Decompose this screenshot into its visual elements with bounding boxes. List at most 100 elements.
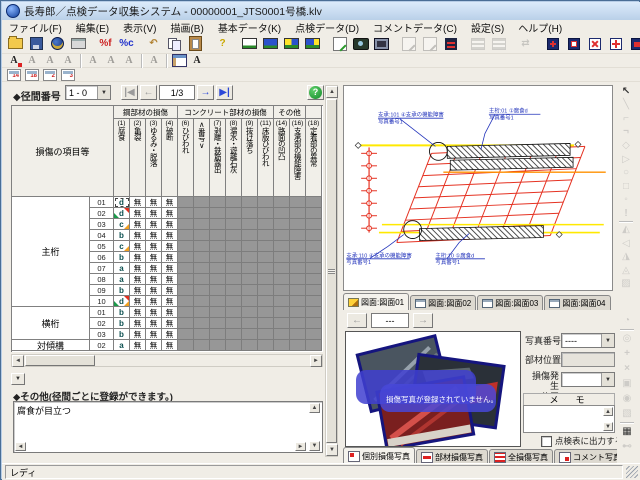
scroll-right-icon[interactable]: ► xyxy=(310,355,322,367)
first-record-button[interactable]: |◀ xyxy=(121,85,138,100)
view-mode-4-icon[interactable] xyxy=(302,34,323,53)
photo-rotate-icon[interactable]: ◔ xyxy=(618,313,637,328)
damage-cell[interactable]: 無 xyxy=(162,241,178,252)
rect-tool-icon[interactable]: □ xyxy=(617,180,636,194)
damage-cell[interactable]: b xyxy=(114,307,130,318)
menu-item[interactable]: 基本データ(K) xyxy=(211,20,288,35)
help-icon[interactable]: ? xyxy=(212,34,233,53)
damage-fig-4-icon[interactable]: 3 xyxy=(59,68,77,82)
damage-cell[interactable]: 無 xyxy=(162,263,178,274)
print-icon[interactable] xyxy=(68,34,89,53)
damage-cell[interactable]: 無 xyxy=(162,318,178,329)
font-rotate-icon[interactable]: A xyxy=(145,54,163,68)
row-append-icon[interactable] xyxy=(488,34,509,53)
damage-cell[interactable]: 無 xyxy=(130,252,146,263)
damage-cell[interactable]: c xyxy=(114,219,130,230)
notes-scroll-right-icon[interactable]: ► xyxy=(295,442,306,451)
photo-tab-4[interactable]: コメント写真 xyxy=(554,449,626,464)
resize-grip[interactable] xyxy=(626,466,638,478)
scroll-up-icon[interactable]: ▲ xyxy=(326,86,338,98)
table-window-icon[interactable] xyxy=(170,54,188,68)
font-style-2-icon[interactable]: A xyxy=(41,54,59,68)
damage-cell[interactable]: 無 xyxy=(162,329,178,340)
drawing-tab-2[interactable]: 図面:図面02 xyxy=(410,295,476,310)
copy-icon[interactable] xyxy=(164,34,185,53)
damage-cell[interactable]: 無 xyxy=(162,219,178,230)
photo-add-icon[interactable]: + xyxy=(618,346,637,361)
next-record-button[interactable]: → xyxy=(197,85,214,100)
damage-cell[interactable]: 無 xyxy=(130,263,146,274)
damage-fig-2-icon[interactable]: 18 xyxy=(23,68,41,82)
menu-item[interactable]: ファイル(F) xyxy=(2,20,69,35)
drawing-tab-1[interactable]: 図面:図面01 xyxy=(343,293,409,310)
flip-right-tool-icon[interactable]: ◮ xyxy=(617,250,636,264)
damage-table[interactable]: 損傷の項目等鋼部材の損傷コンクリート部材の損傷その他(1)腐食(2)亀裂(3)ゆ… xyxy=(11,105,323,352)
damage-cell[interactable]: 無 xyxy=(146,307,162,318)
damage-cell[interactable]: 無 xyxy=(146,285,162,296)
scroll-left-icon[interactable]: ◄ xyxy=(12,355,24,367)
open-file-icon[interactable] xyxy=(5,34,26,53)
photo-cut-icon[interactable]: ▧ xyxy=(618,406,637,421)
damage-cell[interactable]: c xyxy=(114,241,130,252)
damage-position-select[interactable]: ▼ xyxy=(561,372,615,387)
triangle-tool-icon[interactable]: ▷ xyxy=(617,153,636,167)
notes-scroll-down-icon[interactable]: ▼ xyxy=(309,441,320,451)
scroll-down-icon[interactable]: ▼ xyxy=(326,444,338,456)
help-button[interactable]: ? xyxy=(307,85,324,100)
photo-preview[interactable]: 損傷写真が登録されていません。 xyxy=(345,331,521,447)
report-2-icon[interactable] xyxy=(419,34,440,53)
damage-cell[interactable]: 無 xyxy=(162,285,178,296)
damage-cell[interactable]: 無 xyxy=(130,318,146,329)
cell-editor-dropdown[interactable]: ▼ xyxy=(11,373,25,385)
font-style-3-icon[interactable]: A xyxy=(59,54,77,68)
damage-cell[interactable]: 無 xyxy=(146,219,162,230)
other-notes-input[interactable]: 腐食が目立つ xyxy=(13,401,323,453)
damage-cell[interactable]: d xyxy=(114,296,130,307)
mark-plus-navy-icon[interactable] xyxy=(542,34,563,53)
damage-cell[interactable]: 無 xyxy=(130,197,146,208)
damage-cell[interactable]: 無 xyxy=(162,208,178,219)
ellipse-tool-icon[interactable]: ◦ xyxy=(617,193,636,207)
prev-record-button[interactable]: ← xyxy=(140,85,157,100)
damage-cell[interactable]: a xyxy=(114,263,130,274)
photo-erase-icon[interactable]: ◎ xyxy=(618,331,637,346)
drawing-tab-3[interactable]: 図面:図面03 xyxy=(477,295,543,310)
swap-icon[interactable]: ⇄ xyxy=(515,34,536,53)
photo-tab-1[interactable]: 個別損傷写真 xyxy=(343,447,415,464)
memo-input[interactable] xyxy=(523,405,615,433)
panel-vscrollbar[interactable]: ▲ ▼ xyxy=(325,85,338,457)
database-icon[interactable] xyxy=(47,34,68,53)
damage-cell[interactable]: 無 xyxy=(162,230,178,241)
polyline-tool-icon[interactable]: ⌐ xyxy=(617,112,636,126)
damage-cell[interactable]: 無 xyxy=(146,197,162,208)
polygon-tool-icon[interactable]: ◇ xyxy=(617,139,636,153)
damage-cell[interactable]: b xyxy=(114,329,130,340)
memo-scroll-down-icon[interactable]: ▼ xyxy=(603,422,613,431)
vscroll-thumb[interactable] xyxy=(326,99,337,443)
photo-grid-icon[interactable]: ▦ xyxy=(618,424,637,439)
prev-photo-button[interactable]: ← xyxy=(347,313,367,328)
chevron-down-icon[interactable]: ▼ xyxy=(601,373,614,386)
font-size-2-icon[interactable]: A xyxy=(102,54,120,68)
damage-cell[interactable]: 無 xyxy=(162,274,178,285)
photo-number-select[interactable]: ---- ▼ xyxy=(561,333,615,348)
damage-cell[interactable]: 無 xyxy=(146,329,162,340)
font-style-1-icon[interactable]: A xyxy=(23,54,41,68)
next-photo-button[interactable]: → xyxy=(413,313,433,328)
damage-cell[interactable]: 無 xyxy=(130,296,146,307)
title-bar[interactable]: 長寿郎／点検データ収集システム - 00000001_JTS0001号橋.klv xyxy=(2,2,640,20)
damage-cell[interactable]: 無 xyxy=(146,274,162,285)
damage-cell[interactable]: 無 xyxy=(130,274,146,285)
view-mode-2-icon[interactable] xyxy=(260,34,281,53)
damage-cell[interactable]: d xyxy=(114,197,130,208)
damage-cell[interactable]: 無 xyxy=(146,230,162,241)
damage-cell[interactable]: b xyxy=(114,252,130,263)
checkbox-icon[interactable] xyxy=(541,436,552,447)
photo-move-icon[interactable]: ◉ xyxy=(618,391,637,406)
leader-tool-icon[interactable]: ¬ xyxy=(617,126,636,140)
damage-cell[interactable]: 無 xyxy=(162,296,178,307)
drawing-tab-4[interactable]: 図面:図面04 xyxy=(544,295,610,310)
damage-cell[interactable]: 無 xyxy=(162,307,178,318)
menu-item[interactable]: ヘルプ(H) xyxy=(511,20,569,35)
font-color-icon[interactable]: A xyxy=(5,54,23,68)
